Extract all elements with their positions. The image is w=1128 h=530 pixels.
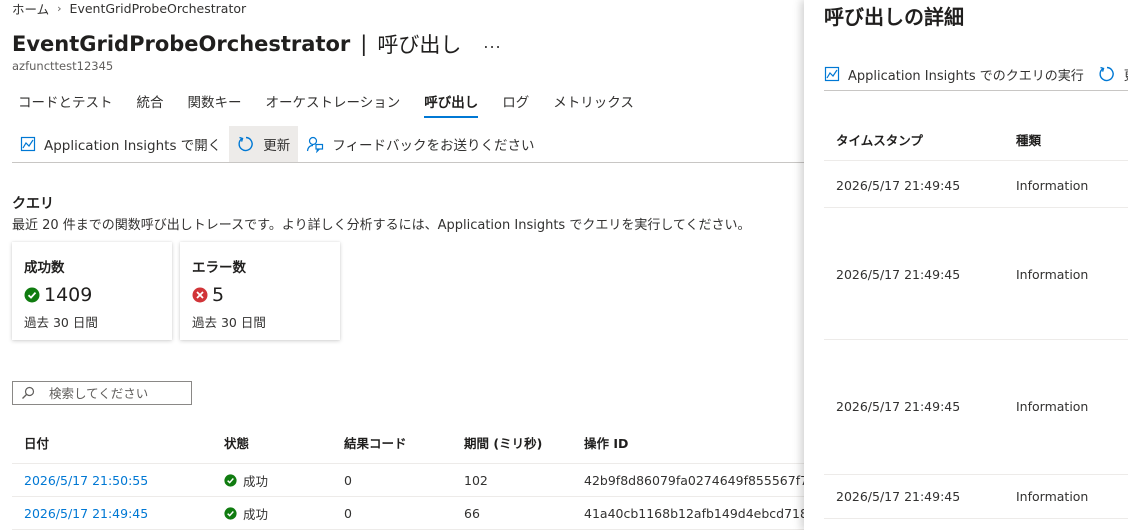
trace-type: Information <box>1016 489 1089 504</box>
trace-table-header: タイムスタンプ 種類 <box>824 117 1128 161</box>
breadcrumb: ホーム › EventGridProbeOrchestrator <box>12 0 247 18</box>
refresh-icon <box>238 136 254 152</box>
page-header: EventGridProbeOrchestrator | 呼び出し ... <box>12 30 502 58</box>
trace-table: タイムスタンプ 種類 2026/5/17 21:49:45 Informatio… <box>824 117 1128 519</box>
toolbar-divider <box>12 162 804 163</box>
duration-ms: 66 <box>464 505 480 521</box>
invocation-details-panel: 呼び出しの詳細 Application Insights でのクエリの実行 更 … <box>804 0 1128 530</box>
tab-logs[interactable]: ログ <box>502 86 529 116</box>
trace-timestamp: 2026/5/17 21:49:45 <box>836 489 961 504</box>
tab-orchestration[interactable]: オーケストレーション <box>266 86 401 116</box>
panel-refresh-button[interactable]: 更 <box>1098 65 1128 84</box>
more-options-icon[interactable]: ... <box>483 33 501 52</box>
column-header-operation-id[interactable]: 操作 ID <box>572 433 804 452</box>
chevron-right-icon: › <box>57 1 62 15</box>
query-title: クエリ <box>12 196 54 212</box>
result-code: 0 <box>344 505 352 521</box>
open-app-insights-label: Application Insights で開く <box>44 138 222 154</box>
success-check-icon <box>224 473 237 487</box>
panel-title: 呼び出しの詳細 <box>824 5 964 29</box>
run-query-label: Application Insights でのクエリの実行 <box>848 68 1084 84</box>
tab-metrics[interactable]: メトリックス <box>553 86 634 116</box>
success-card-title: 成功数 <box>24 260 65 276</box>
tab-invocations[interactable]: 呼び出し <box>424 86 479 118</box>
command-bar: Application Insights で開く 更新 フィードバックをお送りく… <box>12 126 543 162</box>
tab-function-keys[interactable]: 関数キー <box>188 86 242 116</box>
trace-row[interactable]: 2026/5/17 21:49:45 Information <box>824 208 1128 340</box>
success-count-card: 成功数 1409 過去 30 日間 <box>12 242 172 340</box>
panel-command-bar: Application Insights でのクエリの実行 更 <box>824 60 1128 88</box>
error-count-card: エラー数 5 過去 30 日間 <box>180 242 340 340</box>
error-card-period: 過去 30 日間 <box>192 315 266 330</box>
panel-toolbar-divider <box>824 90 1128 91</box>
trace-row[interactable]: 2026/5/17 21:49:45 Information <box>824 475 1128 519</box>
feedback-person-icon <box>307 136 324 153</box>
invocations-table: 日付 状態 結果コード 期間 (ミリ秒) 操作 ID 2026/5/17 21:… <box>12 422 804 530</box>
operation-id: 42b9f8d86079fa0274649f855567f740 <box>584 472 804 488</box>
title-separator: | <box>360 32 368 56</box>
tab-integration[interactable]: 統合 <box>137 86 164 116</box>
resource-name: azfuncttest12345 <box>12 59 114 73</box>
breadcrumb-home[interactable]: ホーム <box>12 0 49 18</box>
error-count-value: 5 <box>212 284 225 306</box>
table-row[interactable]: 2026/5/17 21:49:45 成功 0 66 41a40cb1168b1… <box>12 497 804 530</box>
column-header-duration[interactable]: 期間 (ミリ秒) <box>452 433 572 452</box>
trace-timestamp: 2026/5/17 21:49:45 <box>836 178 961 193</box>
success-card-period: 過去 30 日間 <box>24 315 98 330</box>
feedback-button[interactable]: フィードバックをお送りください <box>298 126 542 162</box>
refresh-button[interactable]: 更新 <box>229 126 299 162</box>
refresh-icon <box>1099 66 1114 82</box>
query-description: 最近 20 件までの関数呼び出しトレースです。より詳しく分析するには、Appli… <box>12 218 751 233</box>
operation-id: 41a40cb1168b12afb149d4ebcd718980 <box>584 505 804 521</box>
trace-type: Information <box>1016 267 1089 282</box>
error-x-icon <box>192 287 208 303</box>
search-icon <box>22 386 35 399</box>
result-code: 0 <box>344 472 352 488</box>
error-card-title: エラー数 <box>192 260 246 276</box>
column-header-type[interactable]: 種類 <box>1016 130 1041 149</box>
trace-row[interactable]: 2026/5/17 21:49:45 Information <box>824 161 1128 208</box>
status-text: 成功 <box>243 473 269 489</box>
trace-timestamp: 2026/5/17 21:49:45 <box>836 267 961 282</box>
invocation-date-link[interactable]: 2026/5/17 21:49:45 <box>24 506 148 521</box>
table-header: 日付 状態 結果コード 期間 (ミリ秒) 操作 ID <box>12 422 804 464</box>
trace-type: Information <box>1016 399 1089 414</box>
breadcrumb-current[interactable]: EventGridProbeOrchestrator <box>70 1 247 16</box>
table-row[interactable]: 2026/5/17 21:50:55 成功 0 102 42b9f8d86079… <box>12 464 804 497</box>
invocation-date-link[interactable]: 2026/5/17 21:50:55 <box>24 473 148 488</box>
feedback-label: フィードバックをお送りください <box>332 138 535 154</box>
trace-timestamp: 2026/5/17 21:49:45 <box>836 399 961 414</box>
column-header-date[interactable]: 日付 <box>12 433 212 452</box>
tab-code-test[interactable]: コードとテスト <box>18 86 113 116</box>
page-title: EventGridProbeOrchestrator <box>12 32 351 56</box>
success-check-icon <box>224 506 237 520</box>
column-header-result-code[interactable]: 結果コード <box>332 433 452 452</box>
chart-icon <box>824 66 840 82</box>
success-count-value: 1409 <box>44 284 93 306</box>
tab-bar: コードとテスト 統合 関数キー オーケストレーション 呼び出し ログ メトリック… <box>18 86 658 118</box>
search-input[interactable] <box>49 385 179 401</box>
open-app-insights-button[interactable]: Application Insights で開く <box>12 126 229 162</box>
trace-type: Information <box>1016 178 1089 193</box>
refresh-label: 更新 <box>263 138 291 154</box>
run-query-button[interactable]: Application Insights でのクエリの実行 <box>824 65 1084 84</box>
success-check-icon <box>24 287 40 303</box>
column-header-timestamp[interactable]: タイムスタンプ <box>836 130 923 149</box>
trace-row[interactable]: 2026/5/17 21:49:45 Information <box>824 340 1128 475</box>
duration-ms: 102 <box>464 472 488 488</box>
status-text: 成功 <box>243 506 269 522</box>
search-box[interactable] <box>12 381 192 405</box>
panel-refresh-label: 更 <box>1124 65 1128 84</box>
column-header-status[interactable]: 状態 <box>212 433 332 452</box>
page-subtitle: 呼び出し <box>377 33 462 57</box>
chart-icon <box>20 136 36 152</box>
